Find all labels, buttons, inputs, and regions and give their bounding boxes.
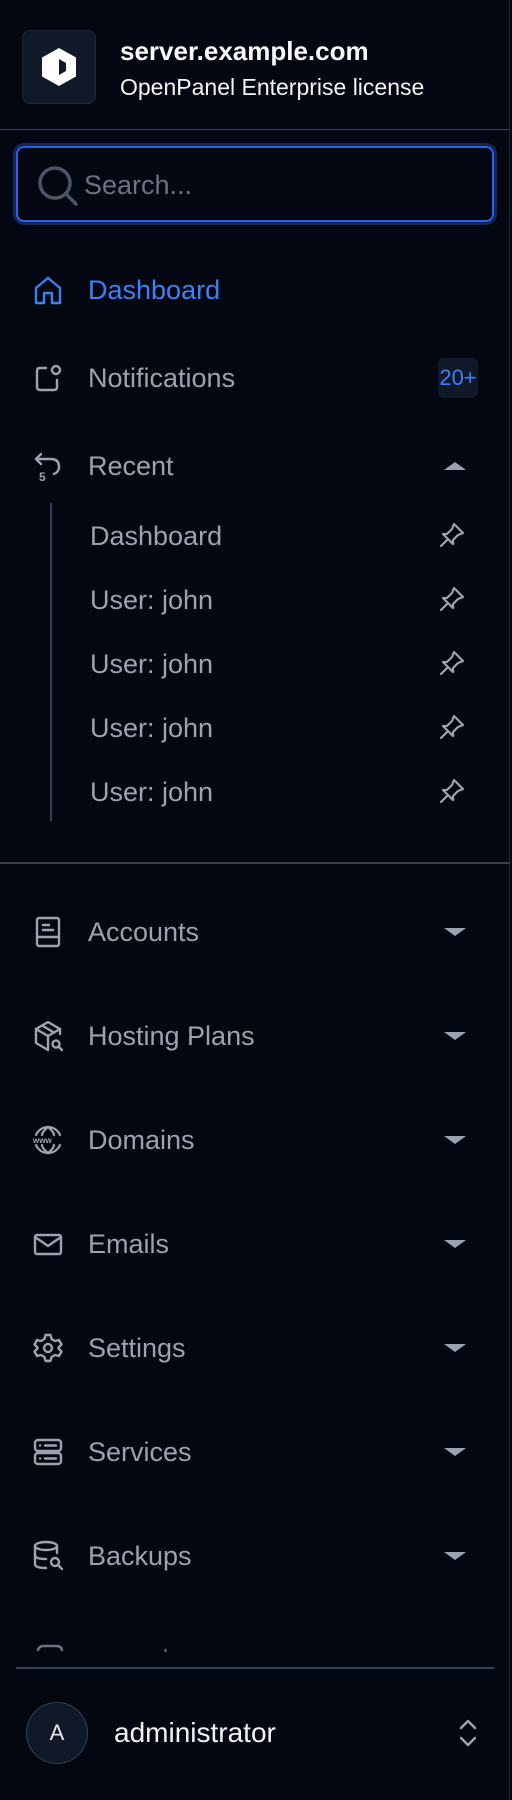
nav-item-recent[interactable]: 5 Recent <box>0 436 510 496</box>
nav-item-label: Hosting Plans <box>88 1020 255 1051</box>
nav-item-label: Notifications <box>88 362 236 393</box>
home-icon <box>32 274 64 306</box>
chevron-down-icon[interactable] <box>444 1240 466 1248</box>
address-book-icon <box>32 916 64 948</box>
recent-item[interactable]: User: john <box>74 699 484 755</box>
nav-item-label: Recent <box>88 450 174 481</box>
nav-item-label: Domains <box>88 1124 195 1155</box>
chevron-down-icon[interactable] <box>444 1344 466 1352</box>
sidebar-header: server.example.com OpenPanel Enterprise … <box>0 0 509 130</box>
sidebar: server.example.com OpenPanel Enterprise … <box>0 0 510 1800</box>
mail-icon <box>32 1228 64 1260</box>
recent-item-label: User: john <box>90 713 214 743</box>
nav-item-hosting-plans[interactable]: Hosting Plans <box>0 1006 510 1066</box>
world-www-icon: www <box>32 1124 64 1156</box>
chevron-down-icon[interactable] <box>444 928 466 936</box>
nav-item-accounts[interactable]: Accounts <box>0 902 510 962</box>
nav-item-label: Accounts <box>88 916 200 947</box>
openpanel-logo-icon[interactable] <box>22 30 96 104</box>
chevron-down-icon[interactable] <box>444 1136 466 1144</box>
nav-item-notifications[interactable]: Notifications 20+ <box>0 348 510 408</box>
chevron-down-icon[interactable] <box>444 1032 466 1040</box>
recent-item[interactable]: User: john <box>74 571 484 627</box>
history-icon: 5 <box>32 450 64 484</box>
nav-item-label: Emails <box>88 1228 170 1259</box>
nav-item-backups[interactable]: Backups <box>0 1526 510 1586</box>
database-search-icon <box>32 1540 64 1572</box>
nav-item-emails[interactable]: Emails <box>0 1214 510 1274</box>
nav-item-dashboard[interactable]: Dashboard <box>0 260 510 320</box>
notification-icon <box>32 362 64 394</box>
user-menu-name[interactable]: administrator <box>114 1717 276 1749</box>
server-icon <box>32 1436 64 1468</box>
chevrons-up-down-icon[interactable] <box>454 1716 482 1755</box>
chevron-up-icon[interactable] <box>444 462 466 470</box>
pin-icon[interactable] <box>438 777 466 810</box>
server-hostname: server.example.com <box>120 36 369 66</box>
pin-icon[interactable] <box>438 585 466 618</box>
pin-icon[interactable] <box>438 649 466 682</box>
pin-icon[interactable] <box>438 521 466 554</box>
scroll-cutoff-item <box>0 1640 510 1652</box>
nav-item-label: Settings <box>88 1332 186 1363</box>
notifications-count-badge: 20+ <box>438 358 478 398</box>
nav-item-label: Backups <box>88 1540 192 1571</box>
nav-item-label: Dashboard <box>88 274 221 305</box>
nav-item-domains[interactable]: www Domains <box>0 1110 510 1170</box>
nav-item-label: Services <box>88 1436 192 1467</box>
search-input[interactable] <box>82 162 476 208</box>
footer-divider <box>16 1667 494 1669</box>
search-box[interactable] <box>16 146 494 222</box>
chevron-down-icon[interactable] <box>444 1552 466 1560</box>
recent-item[interactable]: Dashboard <box>74 507 484 563</box>
gear-icon <box>32 1332 64 1364</box>
recent-tree-line <box>50 503 52 821</box>
package-search-icon <box>32 1020 64 1052</box>
search-icon <box>36 164 80 213</box>
recent-item-label: User: john <box>90 649 214 679</box>
recent-item[interactable]: User: john <box>74 763 484 819</box>
svg-text:www: www <box>32 1136 52 1145</box>
chevron-down-icon[interactable] <box>444 1448 466 1456</box>
recent-item-label: Dashboard <box>90 521 223 551</box>
section-divider <box>0 862 510 864</box>
recent-item-label: User: john <box>90 777 214 807</box>
avatar[interactable]: A <box>26 1702 88 1764</box>
nav-item-settings[interactable]: Settings <box>0 1318 510 1378</box>
svg-text:5: 5 <box>39 470 46 482</box>
nav-item-services[interactable]: Services <box>0 1422 510 1482</box>
recent-item[interactable]: User: john <box>74 635 484 691</box>
recent-item-label: User: john <box>90 585 214 615</box>
pin-icon[interactable] <box>438 713 466 746</box>
license-label: OpenPanel Enterprise license <box>120 74 425 100</box>
